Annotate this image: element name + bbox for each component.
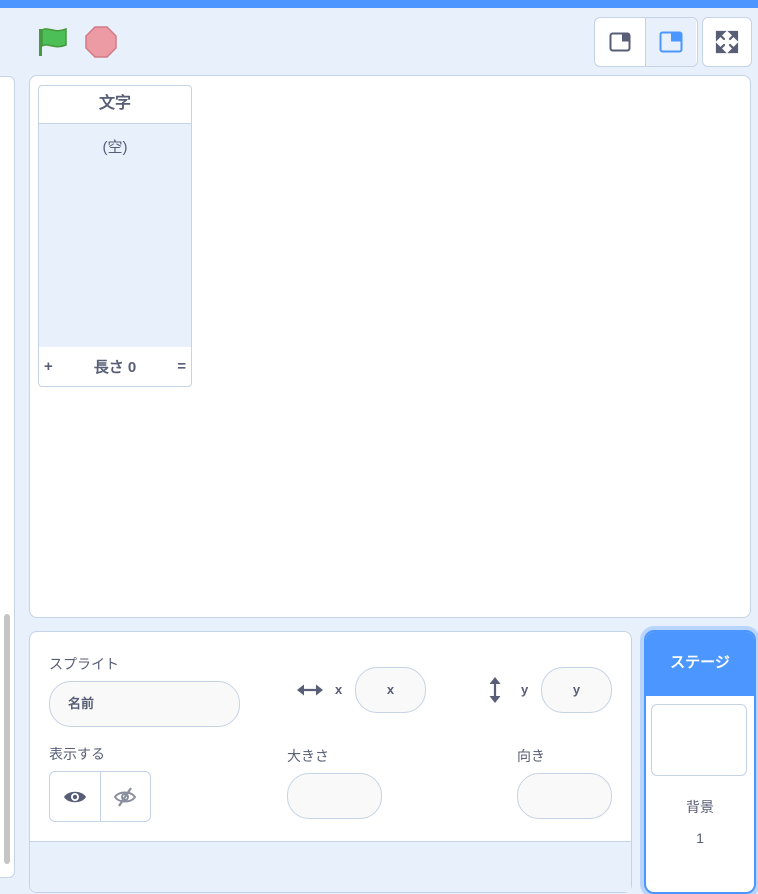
sprite-info-panel: スプライト 名前 x x y y 表示する 大きさ 向き [29,631,632,893]
list-monitor: 文字 (空) + 長さ 0 = [38,85,192,387]
backdrops-label: 背景 [686,799,714,815]
show-sprite-button[interactable] [50,772,101,821]
list-length: 長さ 0 [93,359,137,376]
stop-icon[interactable] [84,25,118,59]
list-body: (空) [39,124,191,347]
list-empty-text: (空) [102,139,128,156]
y-label: y [521,682,529,697]
list-footer: + 長さ 0 = [39,347,191,386]
sprite-list-area [30,842,631,892]
add-item-button[interactable]: + [44,358,56,375]
direction-input[interactable] [517,773,612,819]
normal-stage-button[interactable] [646,18,696,66]
workspace-scrollbar[interactable] [4,614,10,864]
backdrops-count: 1 [696,830,704,846]
sprite-label: スプライト [49,656,119,672]
sprite-name-input[interactable]: 名前 [49,681,240,727]
y-input[interactable]: y [541,667,612,713]
show-label: 表示する [49,746,105,762]
y-arrows-icon [489,677,501,703]
stage-thumbnail [651,704,747,776]
eye-hidden-icon [114,786,137,807]
green-flag-icon[interactable] [36,26,70,58]
eye-icon [63,791,86,802]
small-stage-button[interactable] [595,18,646,66]
stage-selector[interactable]: ステージ 背景 1 [644,630,756,894]
size-label: 大きさ [287,748,329,764]
x-label: x [335,682,343,697]
normal-stage-icon [659,31,683,53]
list-title: 文字 [39,86,191,124]
x-input[interactable]: x [355,667,426,713]
small-stage-icon [609,32,631,52]
size-input[interactable] [287,773,382,819]
resize-handle[interactable]: = [174,358,186,375]
stage-selector-title: ステージ [646,632,754,696]
fullscreen-icon [715,30,739,54]
top-menu-bar [0,0,758,8]
stage-size-toggle [594,17,698,67]
x-arrows-icon [297,684,323,696]
hide-sprite-button[interactable] [101,772,151,821]
visibility-toggle [49,771,151,822]
direction-label: 向き [517,748,545,764]
fullscreen-button[interactable] [702,17,752,67]
